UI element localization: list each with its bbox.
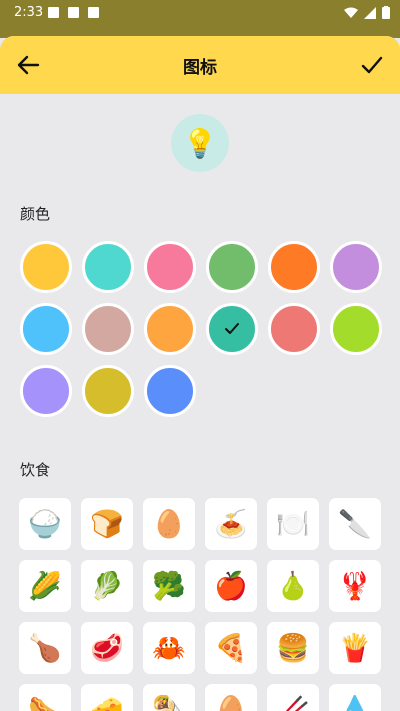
food-icon-tile[interactable]: 🌯 <box>143 684 195 711</box>
food-icon: 🦞 <box>338 571 372 602</box>
color-swatch[interactable] <box>82 241 134 293</box>
food-icon: 🥦 <box>152 571 186 602</box>
food-icon-tile[interactable]: 🍚 <box>19 498 71 550</box>
color-swatch[interactable] <box>330 303 382 355</box>
food-icon: 🍔 <box>276 633 310 664</box>
food-icon: 🍚 <box>28 509 62 540</box>
color-swatch[interactable] <box>20 303 72 355</box>
food-icon: 🍟 <box>338 633 372 664</box>
color-swatch[interactable] <box>20 241 72 293</box>
food-icon-tile[interactable]: 🥬 <box>81 560 133 612</box>
notification-icon <box>48 7 59 18</box>
color-swatch[interactable] <box>20 365 72 417</box>
food-icon: 🌽 <box>28 571 62 602</box>
food-icon-tile[interactable]: 🍽️ <box>267 498 319 550</box>
food-icon: 🍽️ <box>276 509 310 540</box>
food-icon: 🥚 <box>152 509 186 540</box>
lightbulb-icon: 💡 <box>182 126 218 160</box>
food-icon-tile[interactable]: 🍗 <box>19 622 71 674</box>
food-icon-tile[interactable]: 🍐 <box>267 560 319 612</box>
food-icon-tile[interactable]: 💧 <box>329 684 381 711</box>
color-swatch[interactable] <box>144 303 196 355</box>
icon-picker-sheet: 图标 💡 颜色 饮食 🍚 🍞 🥚 🍝 🍽️ 🔪 🌽 🥬 🥦 🍎 🍐 🦞 🍗 🥩 🦀 🍕 🍔 🍟 🌭 🧀 🌯 🥚 🥢 💧 <box>0 36 400 711</box>
food-icon: 🍎 <box>214 571 248 602</box>
color-swatch[interactable] <box>144 241 196 293</box>
food-icon: 🌯 <box>152 695 186 711</box>
colors-section-label: 颜色 <box>20 205 51 223</box>
food-icon-tile[interactable]: 🍕 <box>205 622 257 674</box>
color-swatch[interactable] <box>82 303 134 355</box>
color-swatch[interactable] <box>268 303 320 355</box>
food-icon: 🌭 <box>28 695 62 711</box>
food-icon: 🍗 <box>28 633 62 664</box>
food-icon: 🥢 <box>276 695 310 711</box>
food-icon: 💧 <box>338 695 372 711</box>
food-icon: 🍐 <box>276 571 310 602</box>
food-icon: 🍞 <box>90 509 124 540</box>
status-bar: 2:33 <box>0 0 400 26</box>
notification-icon <box>68 7 79 18</box>
food-icon: 🥬 <box>90 571 124 602</box>
signal-icon <box>364 6 376 19</box>
color-swatch[interactable] <box>268 241 320 293</box>
color-swatch[interactable] <box>206 241 258 293</box>
food-icon-tile[interactable]: 🥢 <box>267 684 319 711</box>
color-swatch[interactable] <box>330 241 382 293</box>
notification-icon <box>88 7 99 18</box>
color-swatch[interactable] <box>206 303 258 355</box>
food-icon-tile[interactable]: 🍞 <box>81 498 133 550</box>
food-icon-tile[interactable]: 🔪 <box>329 498 381 550</box>
food-icon: 🍝 <box>214 509 248 540</box>
wifi-icon <box>344 7 358 18</box>
color-swatch[interactable] <box>144 365 196 417</box>
food-icon-tile[interactable]: 🍟 <box>329 622 381 674</box>
food-icon: 🦀 <box>152 633 186 664</box>
page-title: 图标 <box>183 58 217 78</box>
food-icon: 🥩 <box>90 633 124 664</box>
food-icon-tile[interactable]: 🍝 <box>205 498 257 550</box>
status-icons <box>344 6 390 19</box>
battery-icon <box>382 6 390 19</box>
food-section-label: 饮食 <box>20 461 51 479</box>
food-icon: 🧀 <box>90 695 124 711</box>
color-swatch[interactable] <box>82 365 134 417</box>
food-icon-tile[interactable]: 🌽 <box>19 560 71 612</box>
icon-preview: 💡 <box>171 114 229 172</box>
food-icon-tile[interactable]: 🥚 <box>143 498 195 550</box>
status-time: 2:33 <box>14 5 44 20</box>
food-icon-tile[interactable]: 🦀 <box>143 622 195 674</box>
food-icon-tile[interactable]: 🍔 <box>267 622 319 674</box>
selected-check-icon <box>225 323 239 334</box>
food-icon-tile[interactable]: 🧀 <box>81 684 133 711</box>
confirm-check-icon[interactable] <box>358 51 386 79</box>
food-icon-tile[interactable]: 🌭 <box>19 684 71 711</box>
food-icon-tile[interactable]: 🥦 <box>143 560 195 612</box>
food-icon-tile[interactable]: 🍎 <box>205 560 257 612</box>
food-icon-tile[interactable]: 🥚 <box>205 684 257 711</box>
food-icon: 🍕 <box>214 633 248 664</box>
food-icon: 🔪 <box>338 509 372 540</box>
food-icon: 🥚 <box>214 695 248 711</box>
food-icon-tile[interactable]: 🦞 <box>329 560 381 612</box>
top-bar: 图标 <box>0 36 400 94</box>
food-icon-tile[interactable]: 🥩 <box>81 622 133 674</box>
